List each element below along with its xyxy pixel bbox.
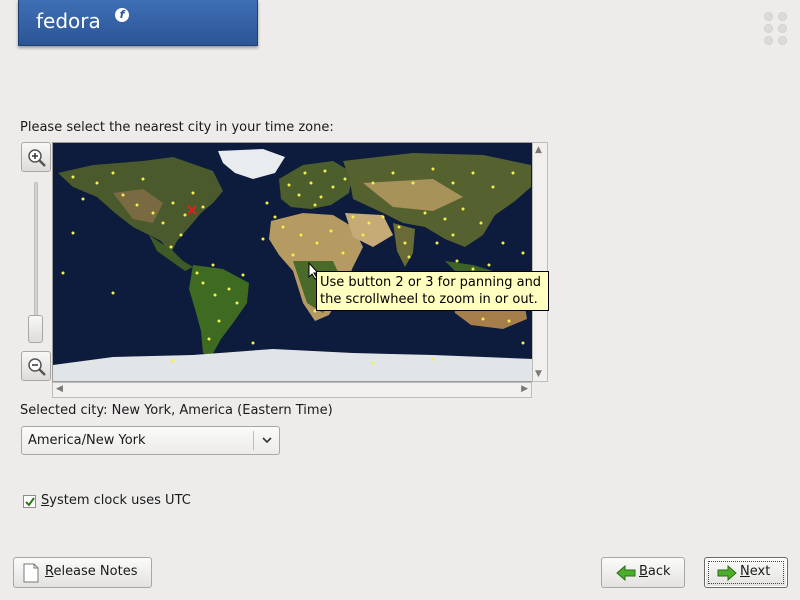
fedora-logo-icon: f xyxy=(115,8,129,22)
fedora-logo-text: fedora xyxy=(36,9,101,33)
utc-checkbox-label[interactable]: System clock uses UTC xyxy=(41,493,191,508)
scroll-up-icon[interactable]: ▲ xyxy=(535,145,542,155)
back-label: ack xyxy=(647,564,671,579)
utc-checkbox[interactable] xyxy=(23,495,36,508)
world-map[interactable] xyxy=(52,142,548,382)
timezone-prompt: Please select the nearest city in your t… xyxy=(20,120,334,135)
map-tooltip: Use button 2 or 3 for panning and the sc… xyxy=(316,271,549,311)
next-accel: N xyxy=(740,564,750,579)
back-button[interactable]: Back xyxy=(601,557,685,588)
tooltip-line-2: the scrollwheel to zoom in or out. xyxy=(320,292,538,307)
world-map-image xyxy=(53,143,533,381)
fedora-banner: fedora f xyxy=(18,0,258,46)
map-vertical-scrollbar[interactable]: ▲ ▼ xyxy=(532,142,548,382)
next-label: ext xyxy=(749,564,771,579)
zoom-out-icon xyxy=(28,358,46,376)
utc-checkbox-text: ystem clock uses UTC xyxy=(49,493,191,508)
timezone-combobox[interactable]: America/New York xyxy=(21,426,280,455)
selected-city-label: Selected city: New York, America (Easter… xyxy=(20,403,333,418)
map-horizontal-scrollbar[interactable]: ◀ ▶ xyxy=(52,382,532,398)
green-left-arrow-icon xyxy=(616,565,636,581)
zoom-in-button[interactable] xyxy=(21,142,51,172)
timezone-combobox-value: America/New York xyxy=(28,433,146,448)
chevron-down-icon xyxy=(262,437,272,444)
green-right-arrow-icon xyxy=(717,565,737,581)
decorative-dots-icon xyxy=(764,12,790,46)
zoom-slider-handle[interactable] xyxy=(28,315,43,343)
release-notes-button[interactable]: Release Notes xyxy=(13,557,152,588)
release-notes-label: elease Notes xyxy=(53,564,138,579)
scroll-right-icon[interactable]: ▶ xyxy=(521,384,528,394)
document-icon xyxy=(23,563,39,583)
back-accel: B xyxy=(639,564,648,579)
next-button[interactable]: Next xyxy=(704,557,788,588)
tooltip-line-1: Use button 2 or 3 for panning and xyxy=(320,275,542,290)
zoom-in-icon xyxy=(28,149,46,167)
scroll-down-icon[interactable]: ▼ xyxy=(535,369,542,379)
zoom-out-button[interactable] xyxy=(21,351,51,381)
checkmark-icon xyxy=(25,497,35,507)
scroll-left-icon[interactable]: ◀ xyxy=(56,384,63,394)
